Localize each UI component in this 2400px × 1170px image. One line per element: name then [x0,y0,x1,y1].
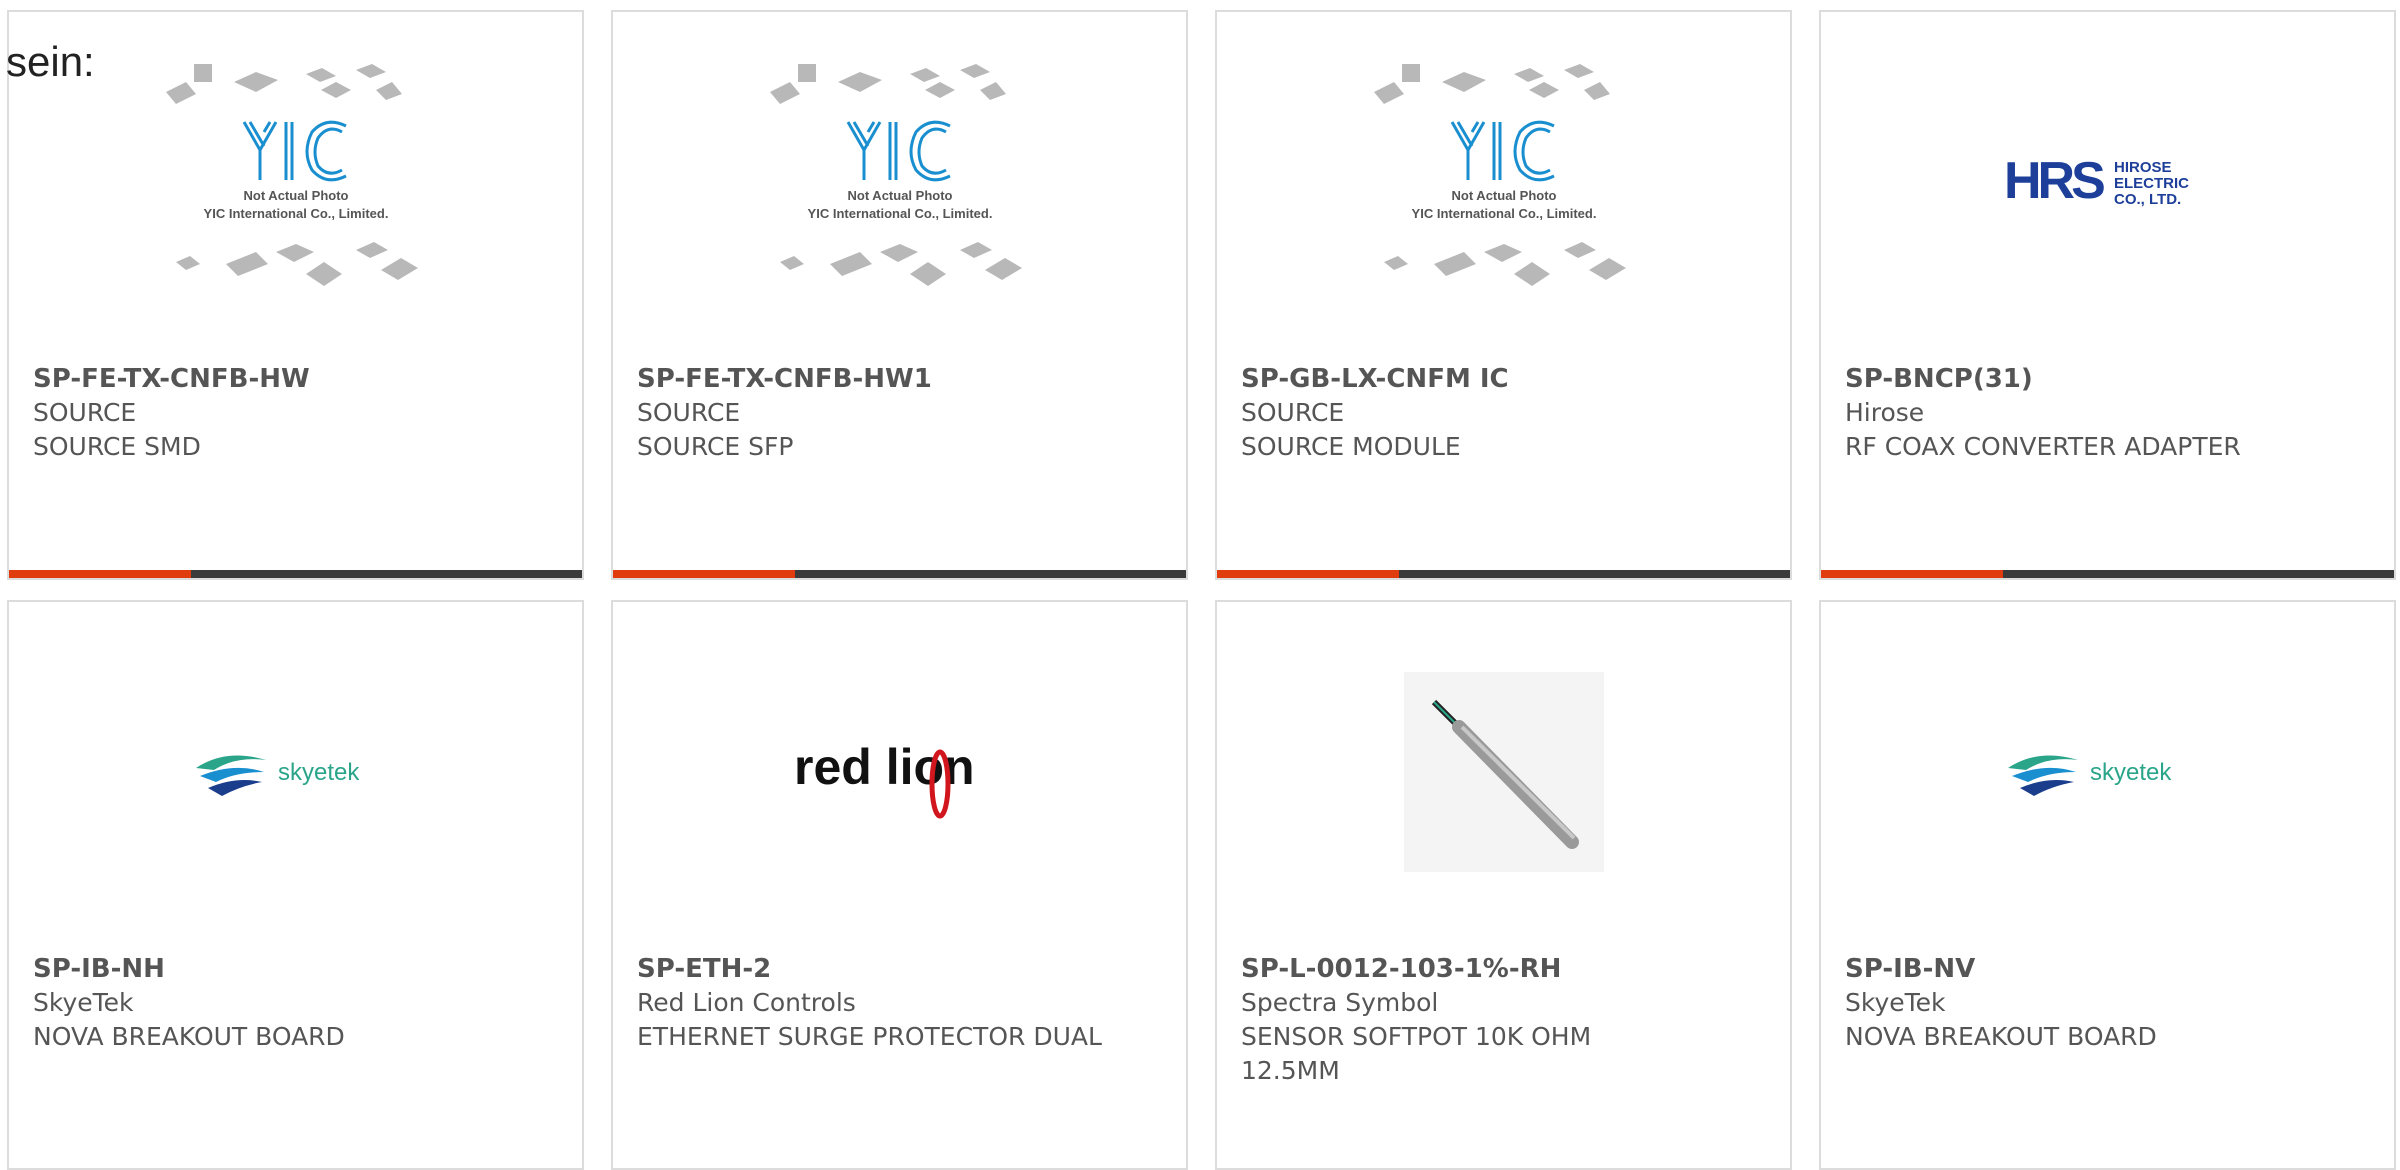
product-card[interactable]: red lion SP-ETH-2 Red Lion Controls ETHE… [611,600,1188,1170]
manufacturer: SOURCE [1241,398,1345,427]
product-image[interactable]: Not Actual Photo YIC International Co., … [1217,12,1790,352]
product-card[interactable]: skyetek SP-IB-NV SkyeTek NOVA BREAKOUT B… [1819,600,2396,1170]
manufacturer: SkyeTek [1845,988,1946,1017]
product-card[interactable]: SP-L-0012-103-1%-RH Spectra Symbol SENSO… [1215,600,1792,1170]
product-image[interactable] [1217,602,1790,942]
skyetek-logo: skyetek [195,755,360,796]
manufacturer: SkyeTek [33,988,134,1017]
description: NOVA BREAKOUT BOARD [1845,1022,2157,1051]
svg-text:HIROSE: HIROSE [2114,159,2172,176]
product-image[interactable]: Not Actual Photo YIC International Co., … [9,12,582,352]
description: SOURCE MODULE [1241,432,1461,461]
svg-text:YIC International Co., Limited: YIC International Co., Limited. [203,206,388,221]
product-image[interactable]: skyetek [9,602,582,942]
product-card[interactable]: HRS HIROSE ELECTRIC CO., LTD. SP-BNCP(31… [1819,10,2396,580]
product-image[interactable]: skyetek [1821,602,2394,942]
svg-text:Not Actual Photo: Not Actual Photo [847,188,952,203]
description: NOVA BREAKOUT BOARD [33,1022,345,1051]
card-footer-bar [9,570,582,578]
manufacturer: SOURCE [33,398,137,427]
card-footer-bar [1217,570,1790,578]
yic-placeholder-image: Not Actual Photo YIC International Co., … [165,64,418,286]
part-number[interactable]: SP-IB-NH [33,952,558,986]
yic-placeholder-image: Not Actual Photo YIC International Co., … [769,64,1022,286]
red-lion-logo: red lion [794,739,974,819]
product-card[interactable]: Not Actual Photo YIC International Co., … [611,10,1188,580]
description: SOURCE SMD [33,432,201,461]
product-image[interactable]: Not Actual Photo YIC International Co., … [613,12,1186,352]
manufacturer: Hirose [1845,398,1925,427]
manufacturer: SOURCE [637,398,741,427]
svg-text:YIC International Co., Limited: YIC International Co., Limited. [1411,206,1596,221]
hirose-logo: HRS HIROSE ELECTRIC CO., LTD. [2004,152,2189,210]
manufacturer: Spectra Symbol [1241,988,1439,1017]
yic-placeholder-image: Not Actual Photo YIC International Co., … [1373,64,1626,286]
description: ETHERNET SURGE PROTECTOR DUAL [637,1022,1102,1051]
skyetek-logo: skyetek [2007,755,2172,796]
description: RF COAX CONVERTER ADAPTER [1845,432,2241,461]
card-footer-bar [613,570,1186,578]
product-card[interactable]: Not Actual Photo YIC International Co., … [7,10,584,580]
svg-text:ELECTRIC: ELECTRIC [2114,175,2189,192]
product-card[interactable]: Not Actual Photo YIC International Co., … [1215,10,1792,580]
svg-text:CO., LTD.: CO., LTD. [2114,191,2181,208]
svg-text:Not Actual Photo: Not Actual Photo [1451,188,1556,203]
svg-text:skyetek: skyetek [2090,759,2172,786]
softpot-sensor-photo [1403,672,1604,872]
description: SOURCE SFP [637,432,794,461]
part-number[interactable]: SP-GB-LX-CNFM IC [1241,362,1766,396]
svg-text:skyetek: skyetek [278,759,360,786]
svg-text:YIC International Co., Limited: YIC International Co., Limited. [807,206,992,221]
svg-text:HRS: HRS [2004,152,2104,210]
part-number[interactable]: SP-ETH-2 [637,952,1162,986]
svg-text:Not Actual Photo: Not Actual Photo [243,188,348,203]
manufacturer: Red Lion Controls [637,988,856,1017]
part-number[interactable]: SP-IB-NV [1845,952,2370,986]
product-image[interactable]: HRS HIROSE ELECTRIC CO., LTD. [1821,12,2394,352]
part-number[interactable]: SP-FE-TX-CNFB-HW1 [637,362,1162,396]
part-number[interactable]: SP-L-0012-103-1%-RH [1241,952,1766,986]
part-number[interactable]: SP-FE-TX-CNFB-HW [33,362,558,396]
card-footer-bar [1821,570,2394,578]
part-number[interactable]: SP-BNCP(31) [1845,362,2370,396]
intro-text: sein: [6,38,95,85]
product-image[interactable]: red lion [613,602,1186,942]
description: SENSOR SOFTPOT 10K OHM 12.5MM [1241,1022,1592,1085]
product-card[interactable]: skyetek SP-IB-NH SkyeTek NOVA BREAKOUT B… [7,600,584,1170]
